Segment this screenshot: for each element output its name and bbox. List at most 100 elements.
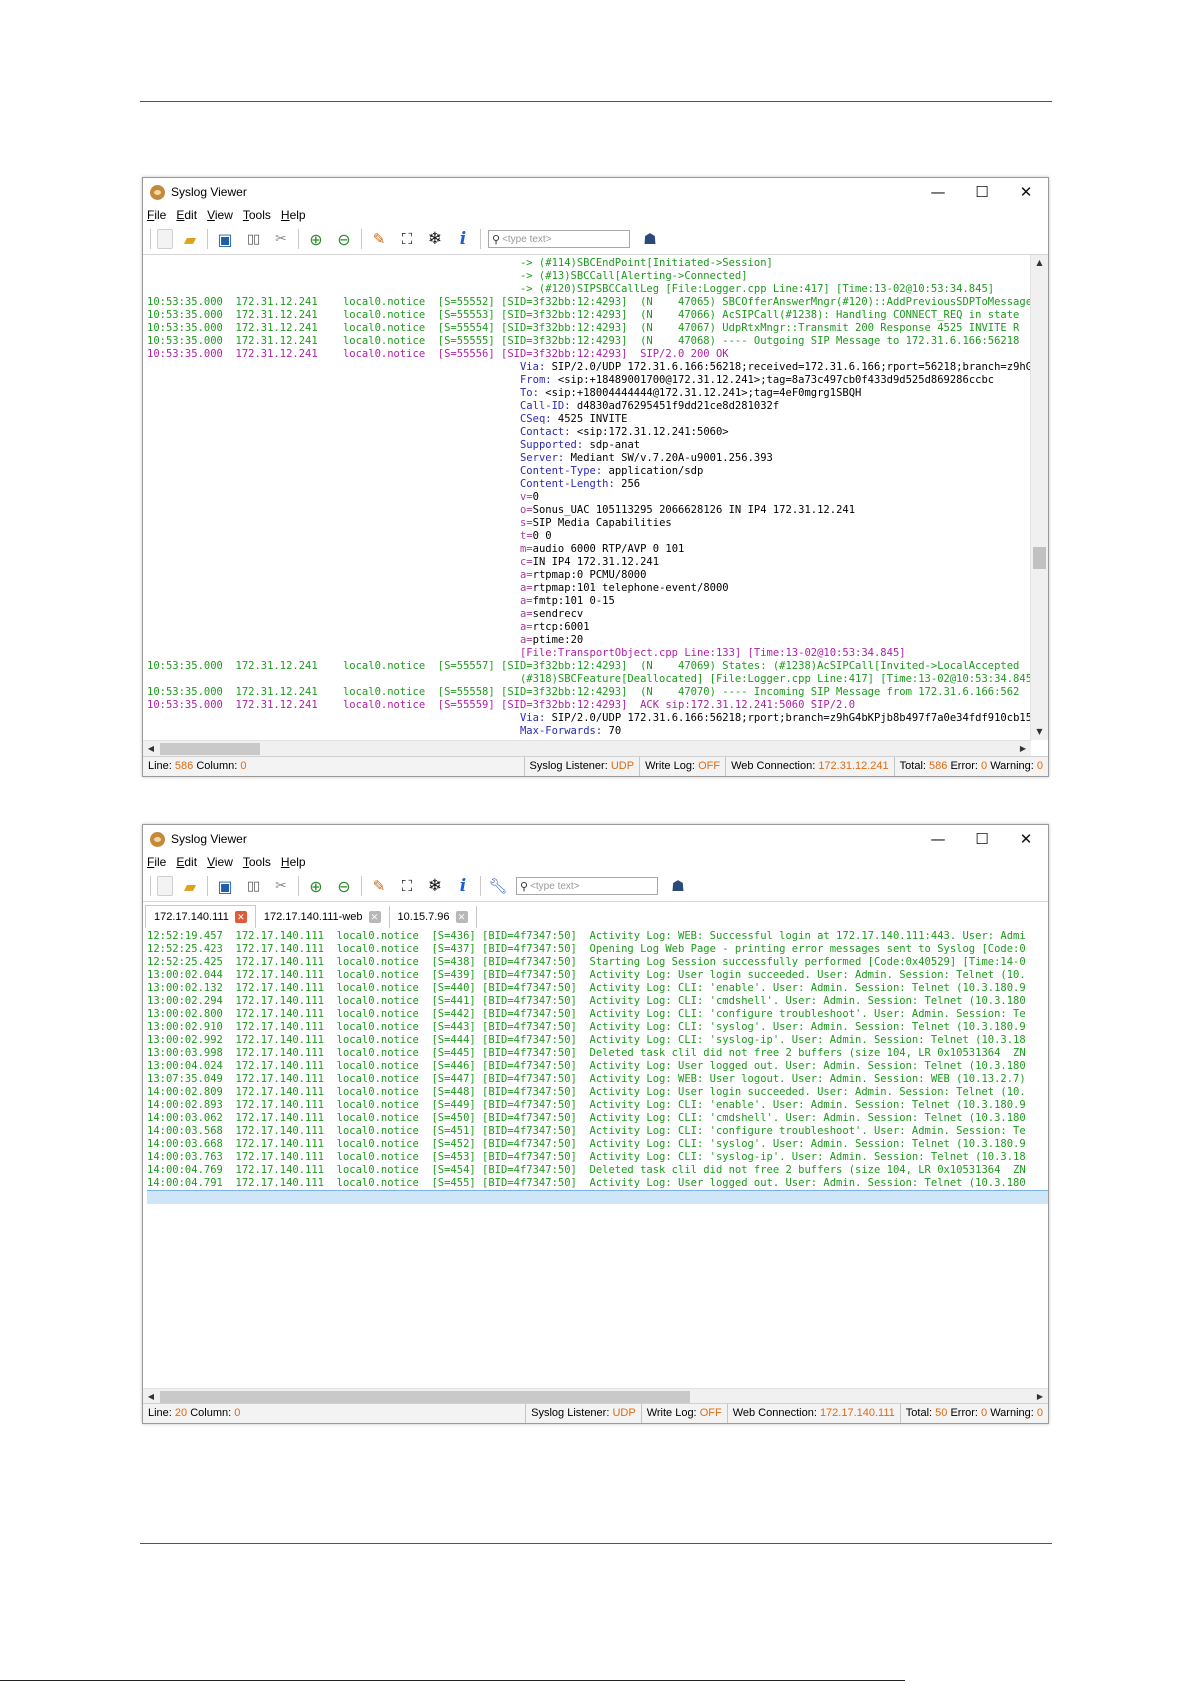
log-row[interactable]: 10:53:35.000 172.31.12.241 local0.notice… [147, 335, 1030, 348]
search-input[interactable]: ⚲ <type text> [516, 877, 658, 895]
open-folder-icon[interactable]: ▰ [179, 875, 201, 897]
log-row[interactable]: 13:00:02.294 172.17.140.111 local0.notic… [147, 995, 1048, 1008]
log-row[interactable]: o=Sonus_UAC 105113295 2066628126 IN IP4 … [147, 504, 1030, 517]
log-row[interactable]: 13:07:35.049 172.17.140.111 local0.notic… [147, 1073, 1048, 1086]
menu-tools[interactable]: Tools [243, 855, 271, 869]
log-row[interactable]: 10:53:35.000 172.31.12.241 local0.notice… [147, 309, 1030, 322]
disconnect-icon[interactable]: ✂ [270, 228, 292, 250]
close-button[interactable]: ✕ [1004, 825, 1048, 853]
log-row[interactable]: a=ptime:20 [147, 634, 1030, 647]
log-row[interactable]: To: <sip:+18004444444@172.31.12.241>;tag… [147, 387, 1030, 400]
log-row[interactable]: 13:00:02.992 172.17.140.111 local0.notic… [147, 1034, 1048, 1047]
log-row[interactable]: a=rtcp:6001 [147, 621, 1030, 634]
log-row[interactable]: Content-Length: 256 [147, 478, 1030, 491]
log-row[interactable]: a=fmtp:101 0-15 [147, 595, 1030, 608]
info-icon[interactable]: i [452, 228, 474, 250]
log-row[interactable]: v=0 [147, 491, 1030, 504]
fullscreen-icon[interactable]: ⛶ [396, 228, 418, 250]
horizontal-scroll-thumb[interactable] [160, 743, 260, 755]
log-row[interactable]: 14:00:03.763 172.17.140.111 local0.notic… [147, 1151, 1048, 1164]
log-pane[interactable]: -> (#114)SBCEndPoint[Initiated->Session]… [143, 255, 1048, 740]
scroll-right-arrow-icon[interactable]: ▶ [1015, 741, 1031, 757]
log-row[interactable]: 13:00:02.044 172.17.140.111 local0.notic… [147, 969, 1048, 982]
binoculars-icon[interactable]: ☗ [667, 875, 689, 897]
log-pane[interactable]: 12:52:19.457 172.17.140.111 local0.notic… [143, 928, 1048, 1388]
disconnect-icon[interactable]: ✂ [270, 875, 292, 897]
log-row[interactable]: 12:52:25.423 172.17.140.111 local0.notic… [147, 943, 1048, 956]
current-line-highlight[interactable] [147, 1190, 1048, 1204]
log-row[interactable]: 14:00:04.791 172.17.140.111 local0.notic… [147, 1177, 1048, 1190]
log-row[interactable]: -> (#13)SBCCall[Alerting->Connected] [147, 270, 1030, 283]
log-row[interactable]: 13:00:02.910 172.17.140.111 local0.notic… [147, 1021, 1048, 1034]
log-row[interactable]: 14:00:02.809 172.17.140.111 local0.notic… [147, 1086, 1048, 1099]
log-row[interactable]: 13:00:03.998 172.17.140.111 local0.notic… [147, 1047, 1048, 1060]
close-button[interactable]: ✕ [1004, 178, 1048, 206]
freeze-icon[interactable]: ❄ [424, 228, 446, 250]
log-row[interactable]: 13:00:04.024 172.17.140.111 local0.notic… [147, 1060, 1048, 1073]
menu-help[interactable]: Help [281, 855, 306, 869]
scroll-up-arrow-icon[interactable]: ▲ [1031, 255, 1048, 271]
pause-icon[interactable]: ▯▯ [242, 228, 264, 250]
zoom-in-icon[interactable]: ⊕ [305, 875, 327, 897]
search-input[interactable]: ⚲ <type text> [488, 230, 630, 248]
new-icon[interactable] [157, 229, 173, 249]
save-icon[interactable]: ▣ [214, 228, 236, 250]
scroll-thumb[interactable] [1033, 547, 1046, 569]
log-row[interactable]: a=rtpmap:0 PCMU/8000 [147, 569, 1030, 582]
menu-file[interactable]: File [147, 208, 166, 222]
log-row[interactable]: 10:53:35.000 172.31.12.241 local0.notice… [147, 296, 1030, 309]
brush-icon[interactable]: ✎ [368, 875, 390, 897]
open-folder-icon[interactable]: ▰ [179, 228, 201, 250]
log-row[interactable]: (#318)SBCFeature[Deallocated] [File:Logg… [147, 673, 1030, 686]
log-row[interactable]: 13:00:02.800 172.17.140.111 local0.notic… [147, 1008, 1048, 1021]
vertical-scrollbar[interactable]: ▲ ▼ [1030, 255, 1048, 740]
log-row[interactable]: Contact: <sip:172.31.12.241:5060> [147, 426, 1030, 439]
log-row[interactable]: Content-Type: application/sdp [147, 465, 1030, 478]
brush-icon[interactable]: ✎ [368, 228, 390, 250]
log-row[interactable]: 10:53:35.000 172.31.12.241 local0.notice… [147, 322, 1030, 335]
maximize-button[interactable]: ☐ [960, 178, 1004, 206]
fullscreen-icon[interactable]: ⛶ [396, 875, 418, 897]
menu-view[interactable]: View [207, 855, 233, 869]
log-row[interactable]: [File:TransportObject.cpp Line:133] [Tim… [147, 647, 1030, 660]
log-row[interactable]: From: <sip:+18489001700@172.31.12.241>;t… [147, 374, 1030, 387]
minimize-button[interactable]: — [916, 825, 960, 853]
close-tab-icon[interactable]: ✕ [368, 911, 381, 923]
tab-172-17-140-111-web[interactable]: 172.17.140.111-web ✕ [256, 906, 390, 928]
log-row[interactable]: Call-ID: d4830ad76295451f9dd21ce8d281032… [147, 400, 1030, 413]
minimize-button[interactable]: — [916, 178, 960, 206]
menu-edit[interactable]: Edit [176, 855, 197, 869]
menu-edit[interactable]: Edit [176, 208, 197, 222]
log-row[interactable]: Via: SIP/2.0/UDP 172.31.6.166:56218;rece… [147, 361, 1030, 374]
binoculars-icon[interactable]: ☗ [639, 228, 661, 250]
zoom-out-icon[interactable]: ⊖ [333, 228, 355, 250]
log-row[interactable]: 14:00:03.668 172.17.140.111 local0.notic… [147, 1138, 1048, 1151]
horizontal-scroll-thumb[interactable] [160, 1391, 690, 1403]
log-row[interactable]: 12:52:19.457 172.17.140.111 local0.notic… [147, 930, 1048, 943]
log-row[interactable]: 12:52:25.425 172.17.140.111 local0.notic… [147, 956, 1048, 969]
log-row[interactable]: s=SIP Media Capabilities [147, 517, 1030, 530]
log-row[interactable]: CSeq: 4525 INVITE [147, 413, 1030, 426]
log-row[interactable]: 14:00:02.893 172.17.140.111 local0.notic… [147, 1099, 1048, 1112]
log-row[interactable]: 10:53:35.000 172.31.12.241 local0.notice… [147, 660, 1030, 673]
log-row[interactable]: 14:00:04.769 172.17.140.111 local0.notic… [147, 1164, 1048, 1177]
log-row[interactable]: m=audio 6000 RTP/AVP 0 101 [147, 543, 1030, 556]
menu-view[interactable]: View [207, 208, 233, 222]
tab-172-17-140-111[interactable]: 172.17.140.111 ✕ [145, 905, 256, 929]
log-row[interactable]: a=sendrecv [147, 608, 1030, 621]
log-row[interactable]: t=0 0 [147, 530, 1030, 543]
log-row[interactable]: Max-Forwards: 70 [147, 725, 1030, 738]
log-row[interactable]: c=IN IP4 172.31.12.241 [147, 556, 1030, 569]
maximize-button[interactable]: ☐ [960, 825, 1004, 853]
log-row[interactable]: 10:53:35.000 172.31.12.241 local0.notice… [147, 699, 1030, 712]
log-row[interactable]: a=rtpmap:101 telephone-event/8000 [147, 582, 1030, 595]
zoom-in-icon[interactable]: ⊕ [305, 228, 327, 250]
pause-icon[interactable]: ▯▯ [242, 875, 264, 897]
log-row[interactable]: 13:00:02.132 172.17.140.111 local0.notic… [147, 982, 1048, 995]
zoom-out-icon[interactable]: ⊖ [333, 875, 355, 897]
close-tab-icon[interactable]: ✕ [455, 911, 468, 923]
freeze-icon[interactable]: ❄ [424, 875, 446, 897]
menu-tools[interactable]: Tools [243, 208, 271, 222]
scroll-down-arrow-icon[interactable]: ▼ [1031, 724, 1048, 740]
log-row[interactable]: 10:53:35.000 172.31.12.241 local0.notice… [147, 348, 1030, 361]
